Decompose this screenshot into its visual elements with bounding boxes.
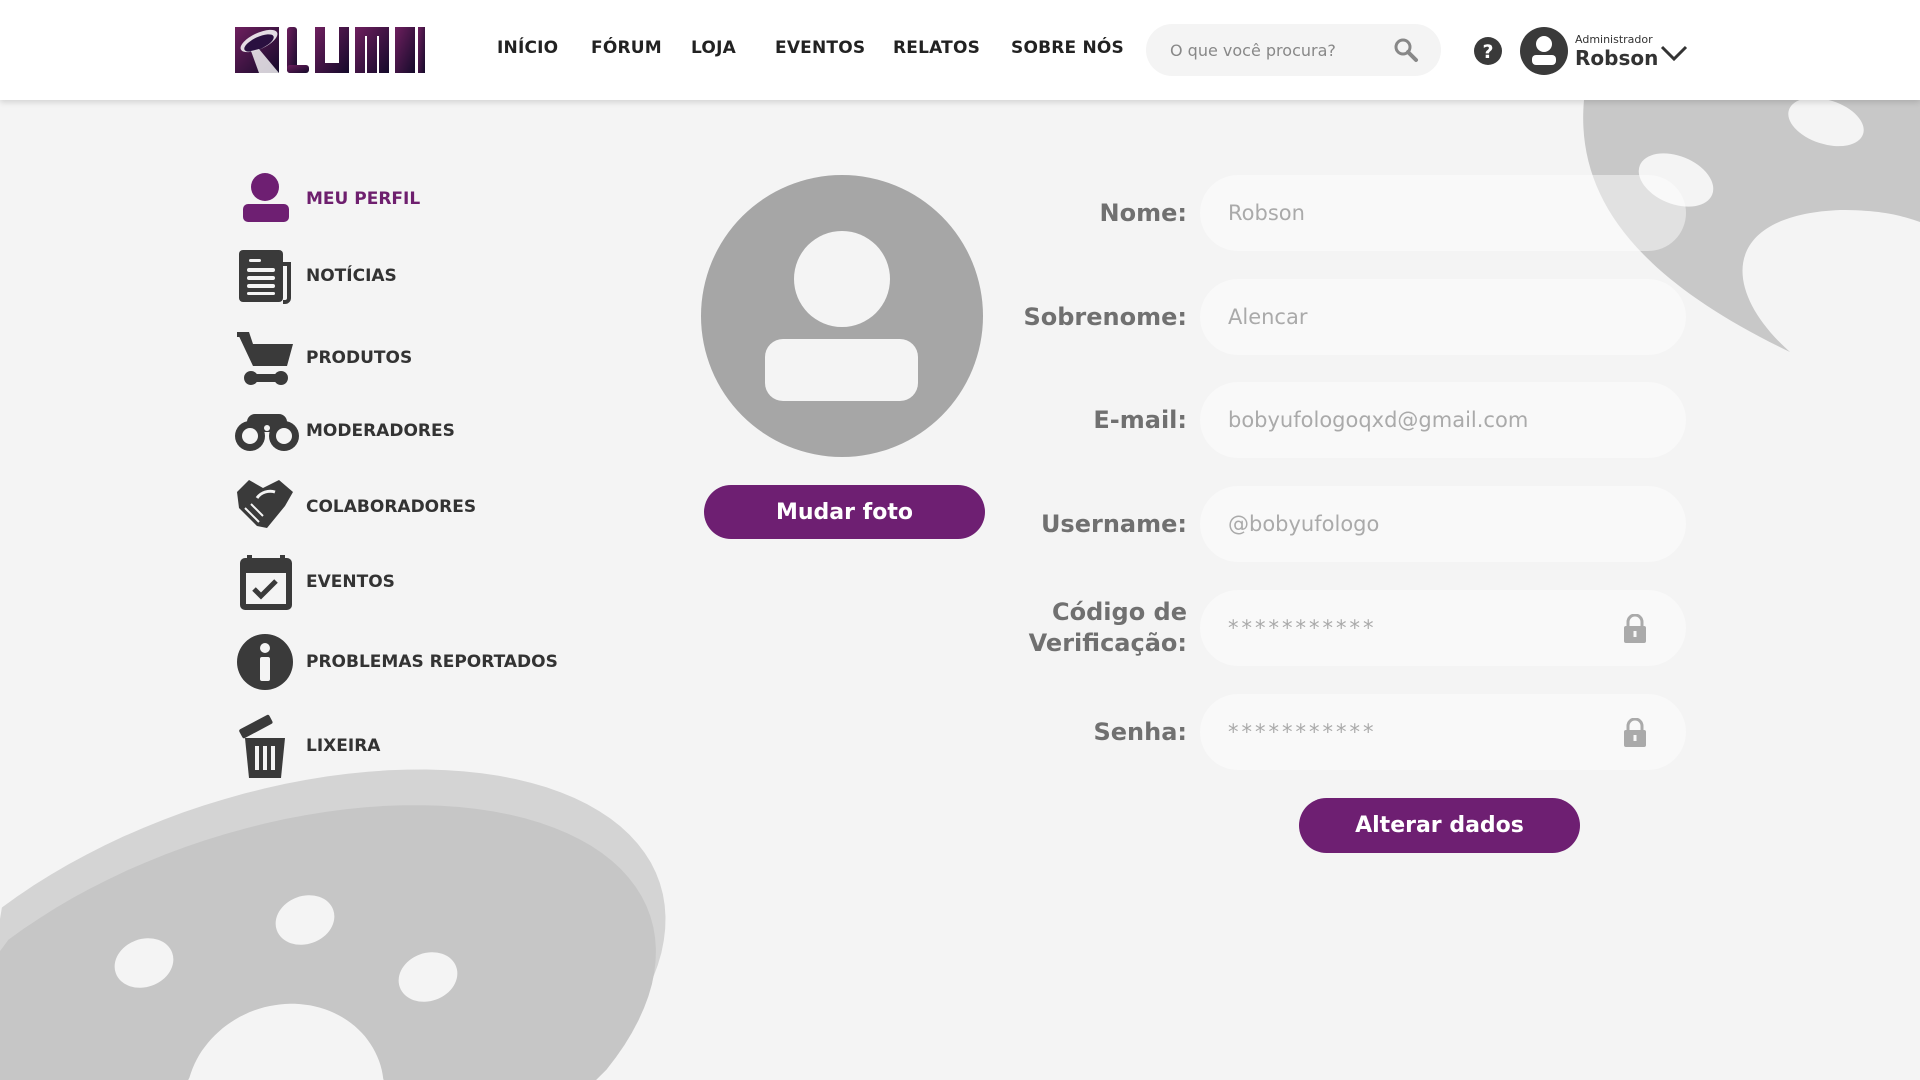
field-label: Senha: (1093, 717, 1187, 746)
newspaper-icon (239, 250, 291, 304)
search-icon[interactable] (1393, 37, 1419, 63)
sidebar-item-problemas-reportados[interactable]: PROBLEMAS REPORTADOS (235, 634, 575, 690)
sobrenome-input[interactable] (1200, 279, 1686, 355)
trash-icon (239, 714, 285, 778)
lock-icon (1624, 718, 1646, 747)
nav-eventos[interactable]: EVENTOS (775, 38, 865, 58)
sidebar-item-meu-perfil[interactable]: MEU PERFIL (235, 173, 575, 225)
password-input[interactable] (1200, 694, 1686, 770)
help-icon[interactable]: ? (1474, 37, 1502, 65)
sidebar-item-moderadores[interactable]: MODERADORES (235, 410, 575, 452)
sidebar-item-label: PRODUTOS (306, 348, 413, 368)
svg-text:?: ? (1482, 41, 1493, 63)
sidebar-item-lixeira[interactable]: LIXEIRA (235, 712, 575, 780)
field-codigo-verificacao: Código de Verificação: (1000, 590, 1690, 666)
field-nome: Nome: (1000, 175, 1690, 251)
sidebar-item-colaboradores[interactable]: COLABORADORES (235, 478, 575, 536)
binoculars-icon (235, 414, 299, 451)
info-icon (237, 634, 293, 690)
top-navbar: INÍCIO FÓRUM LOJA EVENTOS RELATOS SOBRE … (0, 0, 1920, 100)
field-username: Username: (1000, 486, 1690, 562)
search-input[interactable] (1170, 24, 1380, 76)
field-label: Código de Verificação: (1028, 598, 1187, 657)
user-icon (1532, 36, 1556, 65)
user-avatar[interactable] (1520, 27, 1568, 75)
email-input[interactable] (1200, 382, 1686, 458)
nav-relatos[interactable]: RELATOS (893, 38, 980, 58)
sidebar-item-eventos[interactable]: EVENTOS (235, 553, 575, 611)
verification-code-input[interactable] (1200, 590, 1686, 666)
field-label: Nome: (1099, 198, 1187, 227)
field-label: E-mail: (1093, 405, 1187, 434)
field-senha: Senha: (1000, 694, 1690, 770)
username-input[interactable] (1200, 486, 1686, 562)
user-role: Administrador (1575, 33, 1653, 46)
lumni-logo[interactable] (235, 27, 425, 73)
nav-sobre-nos[interactable]: SOBRE NÓS (1011, 38, 1124, 58)
field-sobrenome: Sobrenome: (1000, 279, 1690, 355)
update-data-button[interactable]: Alterar dados (1299, 798, 1580, 853)
field-label: Username: (1040, 509, 1187, 538)
sidebar-item-label: PROBLEMAS REPORTADOS (306, 652, 558, 672)
chevron-down-icon[interactable] (1660, 44, 1688, 62)
sidebar-item-noticias[interactable]: NOTÍCIAS (235, 248, 575, 304)
sidebar-item-label: NOTÍCIAS (306, 266, 397, 286)
nav-loja[interactable]: LOJA (691, 38, 736, 58)
nav-inicio[interactable]: INÍCIO (497, 38, 558, 58)
calendar-check-icon (240, 555, 292, 610)
search-bar (1146, 24, 1441, 76)
sidebar-item-label: COLABORADORES (306, 497, 477, 517)
sidebar-item-label: EVENTOS (306, 572, 395, 592)
field-email: E-mail: (1000, 382, 1690, 458)
sidebar-item-label: MODERADORES (306, 421, 455, 441)
sidebar-item-label: LIXEIRA (306, 736, 381, 756)
cart-icon (237, 332, 293, 385)
sidebar-item-label: MEU PERFIL (306, 189, 421, 209)
change-photo-button[interactable]: Mudar foto (704, 485, 985, 539)
nav-forum[interactable]: FÓRUM (591, 38, 662, 58)
user-name: Robson (1575, 46, 1659, 70)
user-icon (243, 173, 289, 222)
nome-input[interactable] (1200, 175, 1686, 251)
handshake-icon (237, 480, 293, 528)
user-icon (765, 231, 918, 401)
profile-photo (701, 175, 983, 457)
field-label: Sobrenome: (1023, 302, 1187, 331)
lock-icon (1624, 614, 1646, 643)
sidebar-item-produtos[interactable]: PRODUTOS (235, 330, 575, 386)
